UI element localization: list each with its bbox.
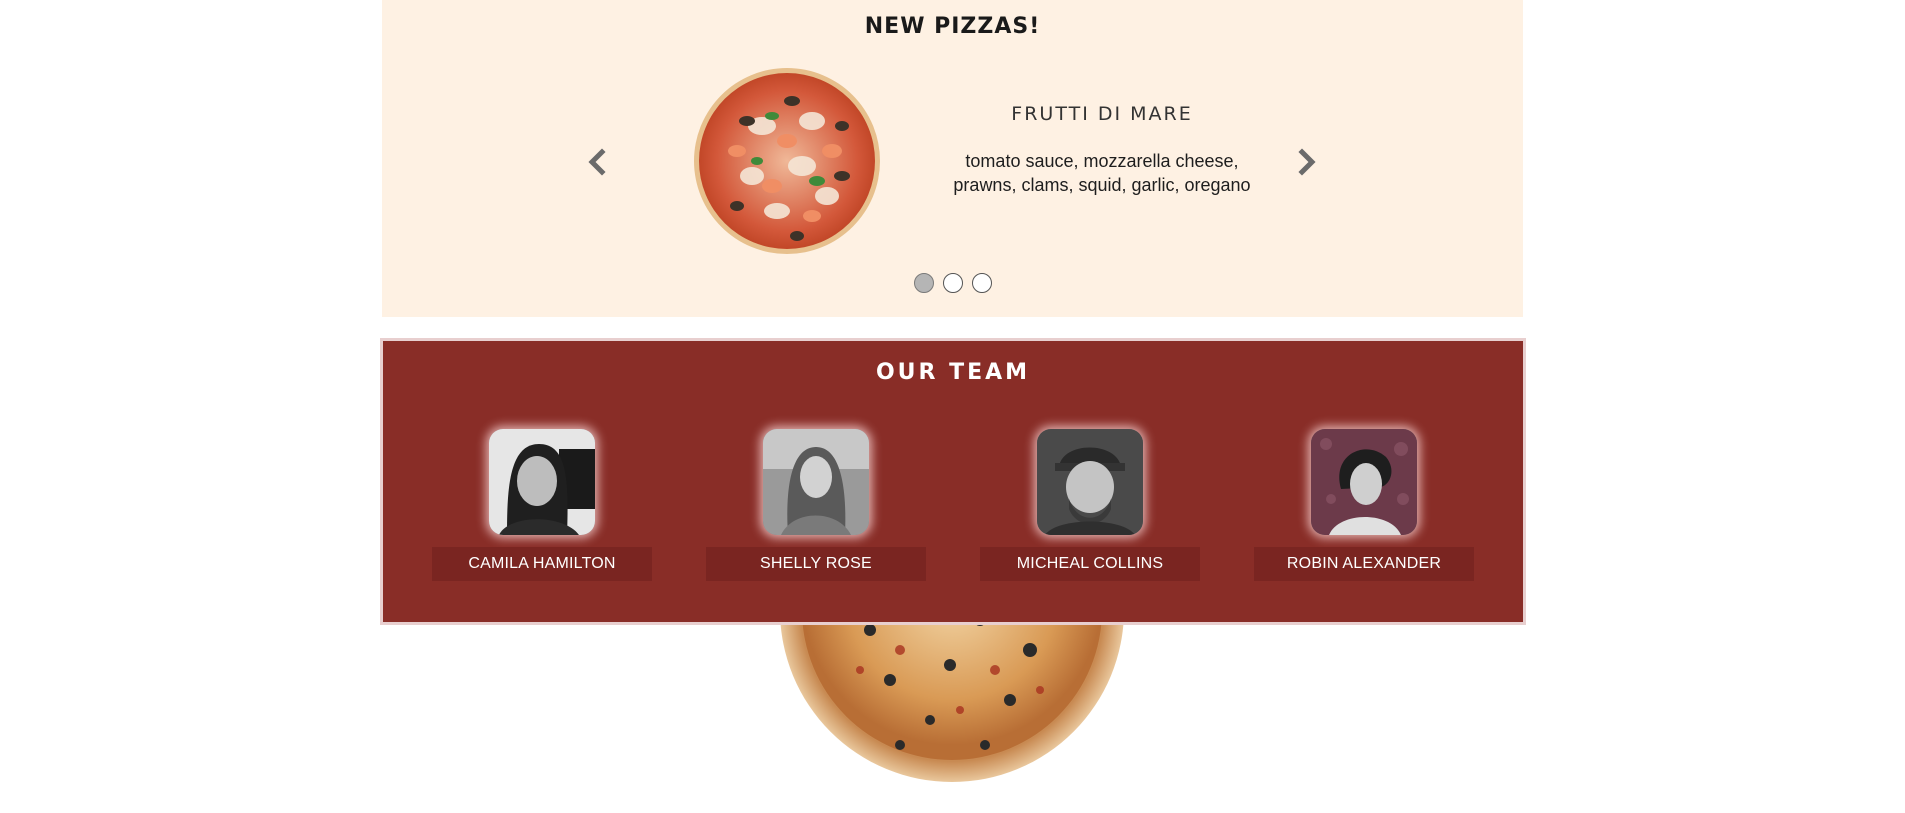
carousel-dot-2[interactable] <box>942 273 963 293</box>
chevron-left-icon <box>588 148 606 176</box>
page: NEW PIZZAS! FRUTTI DI MARE tomato sauce,… <box>0 0 1905 813</box>
member-name: SHELLY ROSE <box>706 547 926 581</box>
section-title: NEW PIZZAS! <box>864 14 1041 39</box>
avatar <box>1311 429 1417 535</box>
member-name: CAMILA HAMILTON <box>432 547 652 581</box>
our-team-section: OUR TEAM CAMILA HAMILTON SHELLY ROSE MIC… <box>380 338 1526 625</box>
carousel-dot-3[interactable] <box>971 273 992 293</box>
carousel-dot-1[interactable] <box>913 273 934 293</box>
team-member-card: CAMILA HAMILTON <box>432 429 652 581</box>
carousel-indicators <box>382 273 1523 293</box>
carousel-prev-button[interactable] <box>580 144 616 180</box>
pizza-name: FRUTTI DI MARE <box>1011 103 1193 125</box>
team-member-card: SHELLY ROSE <box>706 429 926 581</box>
member-name: MICHEAL COLLINS <box>980 547 1200 581</box>
carousel-next-button[interactable] <box>1288 144 1324 180</box>
pizza-image <box>692 66 882 256</box>
avatar <box>1037 429 1143 535</box>
team-member-card: ROBIN ALEXANDER <box>1254 429 1474 581</box>
avatar <box>763 429 869 535</box>
team-member-card: MICHEAL COLLINS <box>980 429 1200 581</box>
section-title: OUR TEAM <box>875 360 1031 385</box>
member-name: ROBIN ALEXANDER <box>1254 547 1474 581</box>
new-pizzas-carousel: NEW PIZZAS! FRUTTI DI MARE tomato sauce,… <box>382 0 1523 317</box>
pizza-description: tomato sauce, mozzarella cheese, prawns,… <box>953 151 1251 195</box>
avatar <box>489 429 595 535</box>
chevron-right-icon <box>1298 148 1316 176</box>
